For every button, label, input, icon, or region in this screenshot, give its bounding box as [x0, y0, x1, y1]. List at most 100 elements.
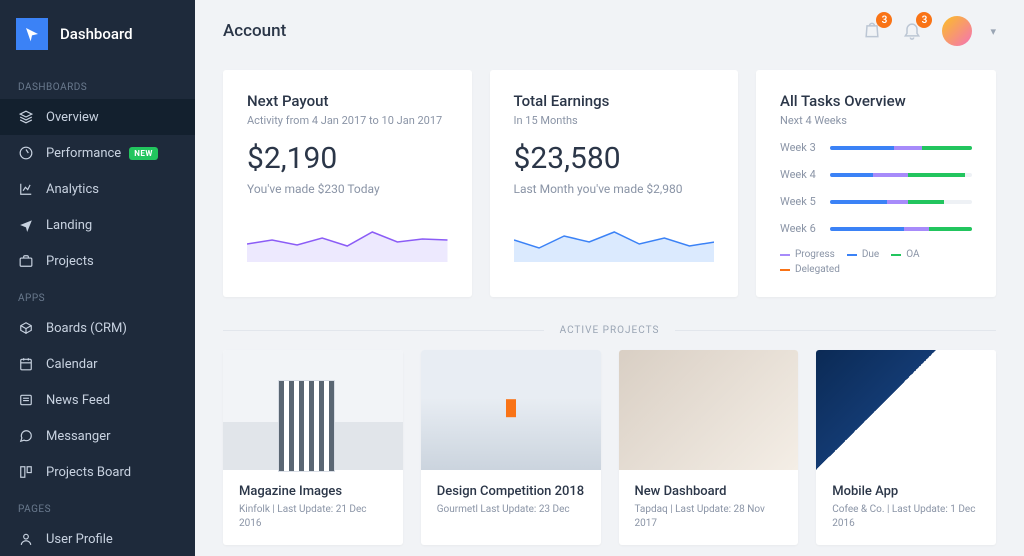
- tasks-title: All Tasks Overview: [780, 92, 972, 110]
- nav-section-pages: PAGES: [0, 490, 195, 521]
- notifications-button[interactable]: 3: [862, 20, 884, 42]
- sidebar-item-overview[interactable]: Overview: [0, 99, 195, 135]
- sidebar-item-label: Projects: [46, 254, 94, 269]
- avatar[interactable]: [942, 16, 972, 46]
- project-card[interactable]: Magazine Images Kinfolk | Last Update: 2…: [223, 350, 403, 545]
- project-title: Design Competition 2018: [437, 484, 585, 499]
- project-sub: Cofee & Co. | Last Update: 1 Dec 2016: [832, 503, 980, 531]
- task-week-label: Week 6: [780, 222, 820, 235]
- sidebar: Dashboard DASHBOARDS Overview Performanc…: [0, 0, 195, 556]
- sidebar-item-performance[interactable]: Performance NEW: [0, 135, 195, 171]
- sidebar-item-label: Messanger: [46, 429, 111, 444]
- task-row: Week 6: [780, 222, 972, 235]
- sidebar-item-label: Calendar: [46, 357, 98, 372]
- earnings-title: Total Earnings: [514, 92, 715, 110]
- sidebar-item-projects-board[interactable]: Projects Board: [0, 454, 195, 490]
- sidebar-item-analytics[interactable]: Analytics: [0, 171, 195, 207]
- legend-item: OA: [891, 249, 919, 260]
- earnings-sparkline: [514, 212, 715, 262]
- tasks-subtitle: Next 4 Weeks: [780, 114, 972, 127]
- gauge-icon: [18, 145, 34, 161]
- task-row: Week 5: [780, 195, 972, 208]
- payout-value: $2,190: [247, 141, 448, 176]
- sidebar-item-label: Performance: [46, 146, 121, 161]
- sidebar-item-boards[interactable]: Boards (CRM): [0, 310, 195, 346]
- payout-subtitle: Activity from 4 Jan 2017 to 10 Jan 2017: [247, 114, 448, 127]
- sidebar-item-newsfeed[interactable]: News Feed: [0, 382, 195, 418]
- sidebar-item-label: Landing: [46, 218, 92, 233]
- user-icon: [18, 531, 34, 547]
- sidebar-item-user-profile[interactable]: User Profile: [0, 521, 195, 556]
- brand[interactable]: Dashboard: [0, 0, 195, 68]
- sidebar-item-label: Overview: [46, 110, 99, 125]
- stats-row: Next Payout Activity from 4 Jan 2017 to …: [195, 56, 1024, 297]
- project-sub: Tapdaq | Last Update: 28 Nov 2017: [635, 503, 783, 531]
- project-title: Mobile App: [832, 484, 980, 499]
- chevron-down-icon[interactable]: ▾: [990, 25, 996, 38]
- project-title: New Dashboard: [635, 484, 783, 499]
- payout-title: Next Payout: [247, 92, 448, 110]
- calendar-icon: [18, 356, 34, 372]
- plane-icon: [18, 217, 34, 233]
- briefcase-icon: [18, 253, 34, 269]
- sidebar-item-landing[interactable]: Landing: [0, 207, 195, 243]
- task-week-label: Week 5: [780, 195, 820, 208]
- tasks-legend: Progress Due OA Delegated: [780, 249, 972, 275]
- nav-section-dashboards: DASHBOARDS: [0, 68, 195, 99]
- sidebar-item-label: News Feed: [46, 393, 110, 408]
- sidebar-item-label: Analytics: [46, 182, 99, 197]
- topbar: Account 3 3 ▾: [195, 0, 1024, 56]
- tasks-card: All Tasks Overview Next 4 Weeks Week 3 W…: [756, 70, 996, 297]
- task-bar: [830, 173, 972, 177]
- new-badge: NEW: [129, 147, 158, 160]
- payout-sparkline: [247, 212, 448, 262]
- active-projects-divider: ACTIVE PROJECTS: [223, 325, 996, 336]
- task-bar: [830, 200, 972, 204]
- bell-button[interactable]: 3: [902, 20, 924, 42]
- earnings-desc: Last Month you've made $2,980: [514, 182, 715, 196]
- task-bar: [830, 146, 972, 150]
- project-thumb: [223, 350, 403, 470]
- payout-desc: You've made $230 Today: [247, 182, 448, 196]
- sidebar-item-messenger[interactable]: Messanger: [0, 418, 195, 454]
- sidebar-item-projects[interactable]: Projects: [0, 243, 195, 279]
- earnings-subtitle: In 15 Months: [514, 114, 715, 127]
- earnings-card: Total Earnings In 15 Months $23,580 Last…: [490, 70, 739, 297]
- sidebar-item-calendar[interactable]: Calendar: [0, 346, 195, 382]
- sidebar-item-label: User Profile: [46, 532, 113, 547]
- brand-logo-icon: [16, 18, 48, 50]
- chart-icon: [18, 181, 34, 197]
- task-week-label: Week 3: [780, 141, 820, 154]
- project-sub: Gourmetl Last Update: 23 Dec: [437, 503, 585, 517]
- sidebar-item-label: Projects Board: [46, 465, 131, 480]
- sidebar-item-label: Boards (CRM): [46, 321, 127, 336]
- task-week-label: Week 4: [780, 168, 820, 181]
- topbar-actions: 3 3 ▾: [862, 16, 996, 46]
- project-card[interactable]: Design Competition 2018 Gourmetl Last Up…: [421, 350, 601, 545]
- brand-name: Dashboard: [60, 25, 133, 43]
- bell-badge: 3: [916, 12, 932, 28]
- box-icon: [18, 320, 34, 336]
- project-thumb: [816, 350, 996, 470]
- project-thumb: [619, 350, 799, 470]
- projects-row: Magazine Images Kinfolk | Last Update: 2…: [195, 350, 1024, 556]
- task-bar: [830, 227, 972, 231]
- project-card[interactable]: New Dashboard Tapdaq | Last Update: 28 N…: [619, 350, 799, 545]
- payout-card: Next Payout Activity from 4 Jan 2017 to …: [223, 70, 472, 297]
- project-sub: Kinfolk | Last Update: 21 Dec 2016: [239, 503, 387, 531]
- news-icon: [18, 392, 34, 408]
- legend-item: Delegated: [780, 264, 840, 275]
- notifications-badge: 3: [876, 12, 892, 28]
- task-row: Week 4: [780, 168, 972, 181]
- task-row: Week 3: [780, 141, 972, 154]
- legend-item: Due: [847, 249, 879, 260]
- layers-icon: [18, 109, 34, 125]
- project-card[interactable]: Mobile App Cofee & Co. | Last Update: 1 …: [816, 350, 996, 545]
- task-rows: Week 3 Week 4 Week 5 Week 6: [780, 141, 972, 235]
- main-content: Account 3 3 ▾ Next Payout Activity from …: [195, 0, 1024, 556]
- legend-item: Progress: [780, 249, 835, 260]
- page-title: Account: [223, 21, 286, 41]
- chat-icon: [18, 428, 34, 444]
- board-icon: [18, 464, 34, 480]
- earnings-value: $23,580: [514, 141, 715, 176]
